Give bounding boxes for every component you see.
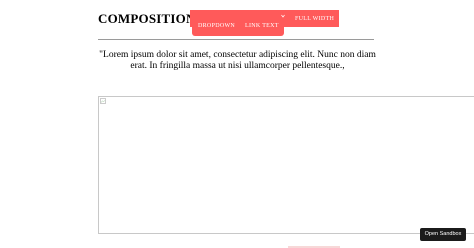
image-placeholder [98,96,474,234]
nav-item-full-width[interactable]: FULL WIDTH [295,16,334,22]
header-divider [98,39,374,40]
site-logo[interactable]: COMPOSITION [98,11,196,27]
nav-item-dropdown[interactable]: DROPDOWN [198,23,235,29]
quote-text: "Lorem ipsum dolor sit amet, consectetur… [98,50,377,72]
chevron-down-icon[interactable] [281,14,285,18]
nav-item-link-text[interactable]: LINK TEXT [245,23,279,29]
quote-line: "Lorem ipsum dolor sit amet, consectetur… [99,50,376,60]
quote-line: erat. In fringilla massa ut nisi ullamco… [130,61,345,71]
open-sandbox-button[interactable]: Open Sandbox [420,228,466,241]
broken-image-icon [100,98,106,104]
